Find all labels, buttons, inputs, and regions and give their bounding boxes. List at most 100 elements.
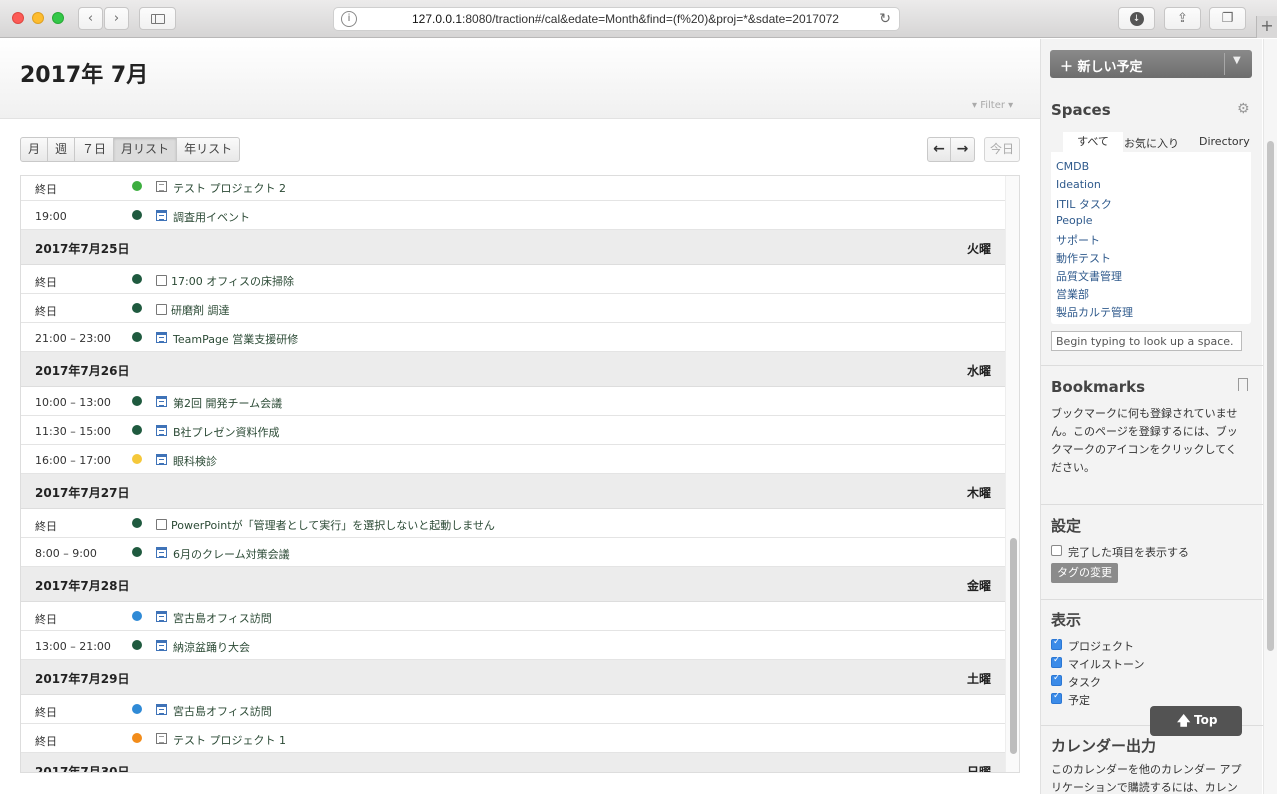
- weekday-label: 木曜: [966, 486, 991, 500]
- info-icon[interactable]: i: [341, 11, 357, 27]
- filter-link[interactable]: ▾ Filter ▾: [972, 100, 1013, 111]
- zoom-window-button[interactable]: [52, 12, 64, 24]
- forward-button[interactable]: ›: [104, 7, 129, 30]
- next-arrow-icon[interactable]: →: [951, 138, 974, 161]
- calendar-entry-row[interactable]: 19:00 調査用イベント: [21, 201, 1005, 230]
- page-scrollbar[interactable]: [1263, 39, 1277, 794]
- sidebar-toggle-button[interactable]: [139, 7, 176, 30]
- display-event-checkbox[interactable]: [1051, 691, 1062, 704]
- calendar-entry-row[interactable]: 21:00 – 23:00 TeamPage 営業支援研修: [21, 323, 1005, 352]
- calendar-entry-row[interactable]: 13:00 – 21:00 納涼盆踊り大会: [21, 631, 1005, 660]
- task-checkbox-icon[interactable]: [156, 519, 167, 530]
- tab-month[interactable]: 月: [21, 138, 49, 161]
- previous-arrow-icon[interactable]: ←: [928, 138, 951, 161]
- entry-title-link[interactable]: 納涼盆踊り大会: [173, 639, 250, 655]
- calendar-entry-row[interactable]: 終日 テスト プロジェクト 2: [21, 176, 1005, 201]
- status-dot-icon: [132, 181, 142, 191]
- calendar-icon: [156, 640, 167, 651]
- share-button[interactable]: ⇪: [1164, 7, 1201, 30]
- change-tags-button[interactable]: タグの変更: [1051, 563, 1118, 583]
- entry-title-link[interactable]: 第2回 開発チーム会議: [173, 395, 282, 411]
- downloads-button[interactable]: ↓: [1118, 7, 1155, 30]
- entry-title-link[interactable]: TeamPage 営業支援研修: [173, 331, 298, 347]
- calendar-entry-row[interactable]: 16:00 – 17:00 眼科検診: [21, 445, 1005, 474]
- calendar-export-heading: カレンダー出力: [1051, 737, 1157, 755]
- space-item[interactable]: Ideation: [1056, 178, 1101, 191]
- entry-title-link[interactable]: B社プレゼン資料作成: [173, 424, 280, 440]
- tab-all-spaces[interactable]: すべて: [1063, 132, 1123, 152]
- calendar-entry-row[interactable]: 終日 宮古島オフィス訪問: [21, 695, 1005, 724]
- calendar-icon: [156, 396, 167, 407]
- gear-icon[interactable]: ⚙: [1237, 101, 1250, 117]
- space-item[interactable]: 品質文書管理: [1056, 268, 1122, 284]
- address-bar[interactable]: i 127.0.0.1:8080/traction#/cal&edate=Mon…: [333, 7, 900, 31]
- entry-time: 8:00 – 9:00: [35, 547, 97, 560]
- display-task-checkbox[interactable]: [1051, 673, 1062, 686]
- calendar-entry-row[interactable]: 8:00 – 9:00 6月のクレーム対策会議: [21, 538, 1005, 567]
- new-tab-button[interactable]: +: [1256, 16, 1277, 38]
- entry-title-link[interactable]: 6月のクレーム対策会議: [173, 546, 290, 562]
- tabs-overview-button[interactable]: ❐: [1209, 7, 1246, 30]
- page-scrollbar-thumb[interactable]: [1267, 141, 1274, 651]
- entry-title-link[interactable]: テスト プロジェクト 2: [173, 180, 286, 196]
- bookmark-icon[interactable]: [1238, 378, 1248, 391]
- space-search-input[interactable]: Begin typing to look up a space.: [1051, 331, 1242, 351]
- date-label: 2017年7月29日: [35, 672, 130, 686]
- space-item[interactable]: サポート: [1056, 232, 1100, 248]
- calendar-entry-row[interactable]: 10:00 – 13:00 第2回 開発チーム会議: [21, 387, 1005, 416]
- status-dot-icon: [132, 733, 142, 743]
- entry-title-link[interactable]: 眼科検診: [173, 453, 217, 469]
- calendar-entry-row[interactable]: 終日 PowerPointが「管理者として実行」を選択しないと起動しません: [21, 509, 1019, 538]
- task-checkbox-icon[interactable]: [156, 304, 167, 315]
- entry-title-link[interactable]: PowerPointが「管理者として実行」を選択しないと起動しません: [171, 517, 495, 533]
- space-item[interactable]: 製品カルテ管理: [1056, 304, 1133, 320]
- settings-heading: 設定: [1051, 517, 1082, 535]
- entry-title-link[interactable]: 17:00 オフィスの床掃除: [171, 273, 294, 289]
- minimize-window-button[interactable]: [32, 12, 44, 24]
- calendar-list: 終日 テスト プロジェクト 2 19:00 調査用イベント 2017年7月25日 火曜 終日…: [20, 175, 1020, 773]
- calendar-entry-row[interactable]: 終日 宮古島オフィス訪問: [21, 602, 1005, 631]
- entry-title-link[interactable]: 調査用イベント: [173, 209, 250, 225]
- task-checkbox-icon[interactable]: [156, 275, 167, 286]
- share-icon: ⇪: [1177, 11, 1188, 26]
- document-icon: [156, 733, 167, 744]
- status-dot-icon: [132, 640, 142, 650]
- display-project-checkbox[interactable]: [1051, 637, 1062, 650]
- tab-7day[interactable]: ７日: [75, 138, 115, 161]
- show-completed-checkbox[interactable]: [1051, 545, 1062, 556]
- reload-icon[interactable]: ↻: [879, 11, 891, 27]
- document-icon: [156, 181, 167, 192]
- close-window-button[interactable]: [12, 12, 24, 24]
- calendar-entry-row[interactable]: 終日 研磨剤 調達: [21, 294, 1019, 323]
- sidebar: ＋ 新しい予定 ▼ Spaces ⚙ すべて お気に入り Directory C…: [1040, 39, 1263, 794]
- space-item[interactable]: ITIL タスク: [1056, 196, 1112, 212]
- status-dot-icon: [132, 210, 142, 220]
- calendar-entry-row[interactable]: 11:30 – 15:00 B社プレゼン資料作成: [21, 416, 1005, 445]
- space-item[interactable]: 営業部: [1056, 286, 1089, 302]
- tab-year-list[interactable]: 年リスト: [177, 138, 239, 161]
- space-item[interactable]: 動作テスト: [1056, 250, 1111, 266]
- tab-favorite-spaces[interactable]: お気に入り: [1124, 135, 1179, 151]
- tab-week[interactable]: 週: [48, 138, 76, 161]
- entry-title-link[interactable]: テスト プロジェクト 1: [173, 732, 286, 748]
- entry-title-link[interactable]: 宮古島オフィス訪問: [173, 610, 272, 626]
- calendar-scrollbar[interactable]: [1005, 176, 1019, 772]
- back-button[interactable]: ‹: [78, 7, 103, 30]
- tab-month-list[interactable]: 月リスト: [114, 138, 178, 161]
- display-milestone-checkbox[interactable]: [1051, 655, 1062, 668]
- calendar-scrollbar-thumb[interactable]: [1010, 538, 1017, 754]
- date-header-row: 2017年7月26日 水曜: [21, 352, 1005, 387]
- entry-title-link[interactable]: 研磨剤 調達: [171, 302, 230, 318]
- entry-time: 終日: [35, 706, 57, 719]
- calendar-icon: [156, 611, 167, 622]
- calendar-entry-row[interactable]: 終日 17:00 オフィスの床掃除: [21, 265, 1019, 294]
- calendar-entry-row[interactable]: 終日 テスト プロジェクト 1: [21, 724, 1005, 753]
- tab-directory[interactable]: Directory: [1199, 135, 1250, 148]
- chevron-down-icon[interactable]: ▼: [1233, 55, 1241, 66]
- today-button[interactable]: 今日: [984, 137, 1020, 162]
- space-item[interactable]: People: [1056, 214, 1093, 227]
- back-to-top-button[interactable]: 🡅 Top: [1150, 706, 1242, 736]
- space-item[interactable]: CMDB: [1056, 160, 1089, 173]
- entry-title-link[interactable]: 宮古島オフィス訪問: [173, 703, 272, 719]
- new-event-button[interactable]: ＋ 新しい予定 ▼: [1050, 50, 1252, 78]
